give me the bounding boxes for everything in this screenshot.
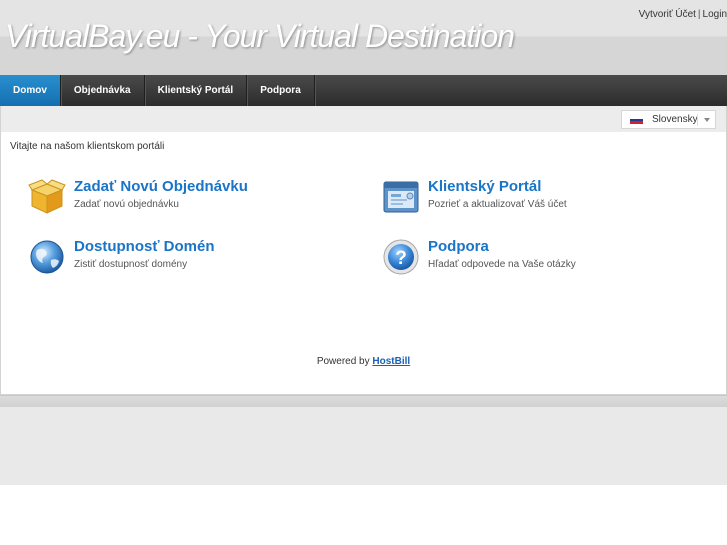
package-box-icon <box>28 179 66 214</box>
slovak-flag-icon <box>630 116 643 124</box>
login-link[interactable]: Login <box>703 9 727 20</box>
svg-text:?: ? <box>395 248 407 269</box>
nav-item-domov[interactable]: Domov <box>0 75 61 106</box>
top-links-separator: | <box>697 9 701 20</box>
register-link[interactable]: Vytvoriť Účet <box>639 9 696 20</box>
tile-subtitle: Hľadať odpovede na Vaše otázky <box>428 259 576 270</box>
client-portal-icon <box>383 181 419 213</box>
welcome-text: Vitajte na našom klientskom portáli <box>10 141 165 152</box>
main-content: Slovensky Vitajte na našom klientskom po… <box>0 106 727 395</box>
top-links: Vytvoriť Účet | Login <box>639 9 727 20</box>
site-header: VirtualBay.eu - Your Virtual Destination… <box>0 0 727 75</box>
language-select[interactable]: Slovensky <box>621 110 716 129</box>
powered-by: Powered by HostBill <box>1 356 726 367</box>
language-bar: Slovensky <box>1 106 726 132</box>
tile-title[interactable]: Zadať Novú Objednávku <box>74 178 248 195</box>
nav-item-podpora[interactable]: Podpora <box>247 75 315 106</box>
chevron-down-icon[interactable] <box>704 118 710 122</box>
main-nav: Domov Objednávka Klientský Portál Podpor… <box>0 75 727 106</box>
tile-title[interactable]: Podpora <box>428 238 489 255</box>
nav-item-klientsky-portal[interactable]: Klientský Portál <box>145 75 248 106</box>
site-title[interactable]: VirtualBay.eu - Your Virtual Destination <box>5 18 515 55</box>
hostbill-link[interactable]: HostBill <box>372 356 410 367</box>
language-selected: Slovensky <box>652 114 698 125</box>
page-footer <box>0 407 727 485</box>
tile-domain-check[interactable]: Dostupnosť Domén Zistiť dostupnosť domén… <box>28 238 328 278</box>
tile-new-order[interactable]: Zadať Novú Objednávku Zadať novú objedná… <box>28 178 328 218</box>
tile-subtitle: Zadať novú objednávku <box>74 199 179 210</box>
tile-client-portal[interactable]: Klientský Portál Pozrieť a aktualizovať … <box>382 178 682 218</box>
tile-subtitle: Pozrieť a aktualizovať Váš účet <box>428 199 567 210</box>
tile-support[interactable]: ? Podpora Hľadať odpovede na Vaše otázky <box>382 238 682 278</box>
globe-icon <box>30 240 64 274</box>
nav-item-objednavka[interactable]: Objednávka <box>61 75 145 106</box>
help-question-icon: ? <box>383 239 419 275</box>
tile-title[interactable]: Dostupnosť Domén <box>74 238 215 255</box>
tile-title[interactable]: Klientský Portál <box>428 178 541 195</box>
tile-subtitle: Zistiť dostupnosť domény <box>74 259 188 270</box>
powered-by-text: Powered by <box>316 356 370 367</box>
language-divider <box>697 114 698 126</box>
